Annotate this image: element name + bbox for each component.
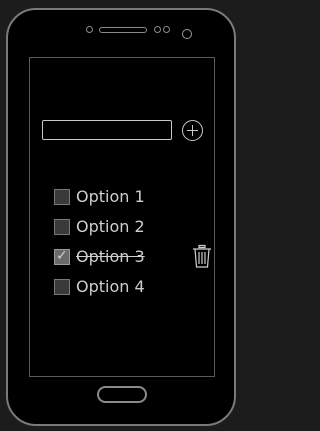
new-item-input[interactable]	[42, 120, 172, 140]
sensor-icon	[86, 26, 93, 33]
item-label: Option 3	[76, 247, 145, 266]
speaker-grille	[99, 27, 147, 33]
trash-icon	[193, 244, 211, 268]
item-label: Option 2	[76, 217, 145, 236]
home-button[interactable]	[97, 386, 147, 403]
sensor-icon	[163, 26, 170, 33]
phone-frame: Option 1 Option 2 ✓ Option 3 Option 4	[6, 8, 236, 426]
checkmark-icon: ✓	[56, 248, 68, 264]
delete-item-button[interactable]	[191, 244, 213, 270]
list-item: Option 4	[54, 276, 204, 306]
list-item: ✓ Option 3	[54, 244, 211, 276]
list-item: Option 1	[54, 186, 204, 216]
todo-list: Option 1 Option 2 ✓ Option 3 Option 4	[54, 186, 211, 306]
item-checkbox-checked[interactable]: ✓	[54, 248, 70, 265]
item-label: Option 4	[76, 277, 145, 296]
item-label: Option 1	[76, 187, 145, 206]
camera-icon	[182, 29, 192, 39]
app-screen: Option 1 Option 2 ✓ Option 3 Option 4	[29, 57, 215, 377]
item-checkbox[interactable]	[54, 219, 70, 235]
sensor-icon	[154, 26, 161, 33]
item-checkbox[interactable]	[54, 279, 70, 295]
add-item-button[interactable]	[182, 120, 203, 141]
item-checkbox[interactable]	[54, 189, 70, 205]
list-item: Option 2	[54, 216, 204, 246]
